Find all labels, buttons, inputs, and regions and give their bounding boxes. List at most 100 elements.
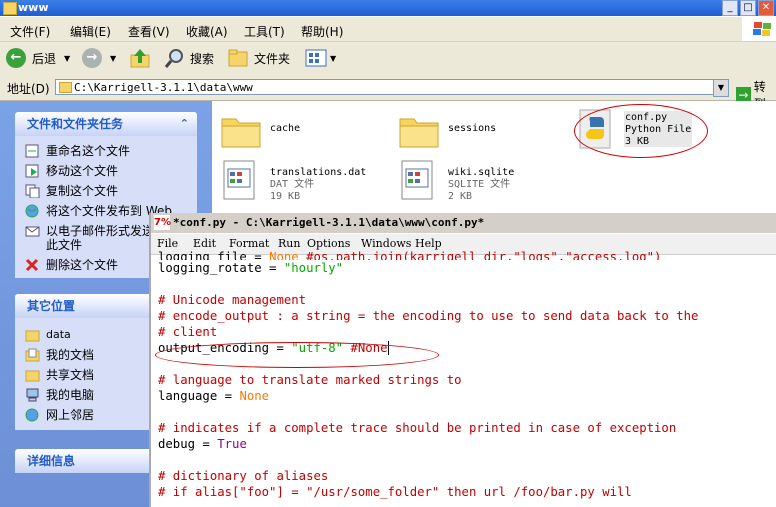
annotation-circle	[574, 104, 708, 158]
tasks-panel-title: 文件和文件夹任务	[27, 117, 124, 131]
task-copy[interactable]: 复制这个文件	[25, 184, 118, 198]
menu-tools[interactable]: 工具(T)	[244, 23, 285, 40]
code-line-1: logging_file = None #os.path.join(karrig…	[158, 250, 662, 260]
file-type: SQLITE 文件	[448, 179, 511, 190]
copy-icon	[25, 184, 40, 198]
task-delete[interactable]: 删除这个文件	[25, 258, 118, 272]
delete-icon	[25, 258, 39, 272]
address-dropdown-button[interactable]: ▼	[713, 79, 729, 97]
dat-file-icon	[223, 160, 255, 200]
forward-button[interactable]: → ▼	[82, 45, 116, 71]
folders-button[interactable]: 文件夹	[226, 45, 290, 71]
task-label: 移动这个文件	[46, 164, 119, 178]
file-type: DAT 文件	[270, 179, 315, 190]
file-list: cache sessions conf.py Python File 3 KB …	[212, 101, 776, 213]
search-icon	[164, 49, 183, 68]
task-label: 以电子邮件形式发送此文件	[46, 224, 155, 252]
place-network[interactable]: 网上邻居	[25, 408, 94, 422]
close-button[interactable]: ✕	[758, 0, 774, 16]
email-icon	[25, 226, 40, 237]
code-line-4: # Unicode management	[158, 293, 307, 307]
windows-logo	[742, 17, 776, 41]
globe-icon	[25, 204, 39, 218]
place-label: data	[46, 328, 71, 341]
task-move[interactable]: 移动这个文件	[25, 164, 118, 178]
address-label: 地址(D)	[7, 82, 50, 96]
idle-editor-window: 7% *conf.py - C:\Karrigell-3.1.1\data\ww…	[149, 213, 776, 507]
minimize-button[interactable]: _	[722, 0, 738, 16]
menu-help[interactable]: 帮助(H)	[301, 23, 343, 40]
menu-view[interactable]: 查看(V)	[128, 23, 170, 40]
code-area[interactable]: logging_file = None #os.path.join(karrig…	[158, 250, 698, 500]
folders-label: 文件夹	[254, 51, 291, 66]
folder-icon	[221, 118, 261, 148]
folder-icon	[399, 118, 439, 148]
back-arrow-icon: ←	[6, 48, 26, 68]
network-icon	[25, 408, 39, 422]
place-data[interactable]: data	[25, 328, 71, 342]
toolbar: ← 后退 ▼ → ▼ 搜索 文件夹 ▼	[0, 42, 776, 77]
file-item-wiki-sqlite[interactable]	[398, 159, 438, 206]
code-line-12: # indicates if a complete trace should b…	[158, 421, 677, 435]
annotation-ellipse	[155, 342, 439, 368]
file-item-translations[interactable]	[220, 159, 260, 206]
file-item-sessions[interactable]	[398, 111, 440, 154]
code-line-6: # client	[158, 325, 218, 339]
back-button[interactable]: ← 后退 ▼	[6, 45, 70, 71]
window-controls: _ □ ✕	[722, 0, 774, 16]
rename-icon	[25, 144, 39, 158]
my-documents-icon	[25, 348, 40, 362]
shared-folder-icon	[25, 370, 40, 382]
file-size: 19 KB	[270, 191, 301, 202]
place-label: 共享文档	[46, 368, 95, 382]
views-button[interactable]: ▼	[304, 45, 336, 71]
up-folder-icon	[130, 49, 150, 68]
sqlite-file-icon	[401, 160, 433, 200]
address-value: C:\Karrigell-3.1.1\data\www	[74, 81, 253, 94]
menu-file[interactable]: 文件(F)	[10, 23, 50, 40]
address-bar: 地址(D) C:\Karrigell-3.1.1\data\www ▼ → 转到	[0, 76, 776, 111]
chevron-down-icon: ▼	[64, 53, 71, 63]
file-name: wiki.sqlite	[448, 167, 515, 178]
code-line-15: # dictionary of aliases	[158, 469, 329, 483]
folder-icon	[25, 330, 40, 342]
up-folder-button[interactable]	[128, 45, 152, 71]
search-label: 搜索	[190, 51, 215, 66]
windows-flag-icon	[753, 22, 771, 36]
folder-icon	[59, 82, 72, 93]
window-title: www	[18, 1, 49, 14]
tasks-panel-header[interactable]: 文件和文件夹任务 ⌃	[15, 112, 197, 136]
place-my-documents[interactable]: 我的文档	[25, 348, 94, 362]
editor-title: *conf.py - C:\Karrigell-3.1.1\data\www\c…	[173, 216, 485, 229]
code-line-9: # language to translate marked strings t…	[158, 373, 462, 387]
details-panel-title: 详细信息	[27, 454, 76, 468]
menu-edit[interactable]: 编辑(E)	[70, 23, 111, 40]
task-label: 复制这个文件	[46, 184, 119, 198]
maximize-button[interactable]: □	[740, 0, 756, 16]
file-name: translations.dat	[270, 167, 367, 178]
file-item-cache[interactable]	[220, 111, 262, 154]
collapse-icon[interactable]: ⌃	[180, 112, 189, 136]
task-email[interactable]: 以电子邮件形式发送此文件	[25, 224, 156, 252]
code-line-2: logging_rotate = "hourly"	[158, 261, 344, 275]
file-name: sessions	[448, 123, 497, 134]
forward-arrow-icon: →	[82, 48, 102, 68]
file-size: 2 KB	[448, 191, 473, 202]
back-label: 后退	[32, 51, 57, 66]
place-shared-documents[interactable]: 共享文档	[25, 368, 94, 382]
task-rename[interactable]: 重命名这个文件	[25, 144, 130, 158]
address-input[interactable]: C:\Karrigell-3.1.1\data\www	[55, 79, 723, 95]
file-name: cache	[270, 123, 301, 134]
search-button[interactable]: 搜索	[164, 45, 214, 71]
place-label: 我的电脑	[46, 388, 95, 402]
place-my-computer[interactable]: 我的电脑	[25, 388, 94, 402]
editor-titlebar: 7% *conf.py - C:\Karrigell-3.1.1\data\ww…	[151, 213, 776, 233]
code-line-10: language = None	[158, 389, 270, 403]
menu-favorites[interactable]: 收藏(A)	[186, 23, 228, 40]
task-label: 重命名这个文件	[46, 144, 131, 158]
menu-bar: 文件(F) 编辑(E) 查看(V) 收藏(A) 工具(T) 帮助(H)	[0, 17, 776, 42]
folders-icon	[228, 49, 248, 67]
code-line-13: debug = True	[158, 437, 247, 451]
